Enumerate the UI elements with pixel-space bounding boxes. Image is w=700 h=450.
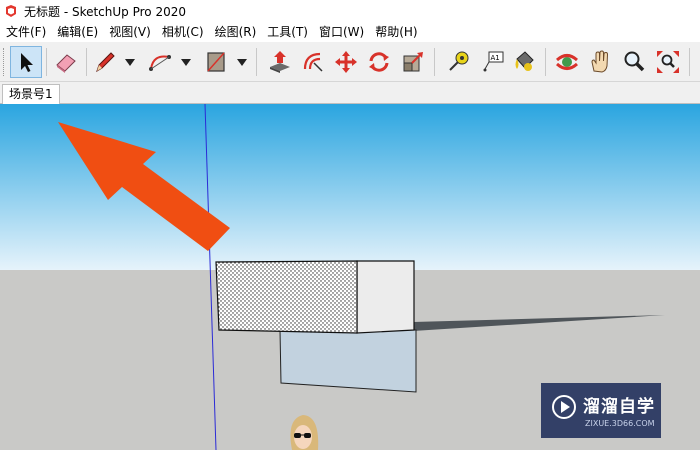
tape-measure-icon [449, 51, 469, 71]
arc-icon [149, 55, 171, 71]
toolbar: A1 [0, 42, 700, 82]
toolbar-separator [46, 48, 47, 76]
menu-file[interactable]: 文件(F) [0, 22, 51, 42]
scene-tab-bar: 场景号1 [0, 82, 700, 104]
toolbar-grip[interactable] [3, 48, 5, 76]
chevron-down-icon [237, 58, 247, 66]
scale-icon [403, 52, 423, 72]
box-side-face [356, 260, 415, 334]
toolbar-separator [689, 48, 690, 76]
toolbar-separator [86, 48, 87, 76]
zoom-icon [624, 51, 645, 72]
chevron-down-icon [181, 58, 191, 66]
paint-bucket-tool-button[interactable] [508, 46, 540, 78]
toolbar-separator [256, 48, 257, 76]
orbit-icon [555, 54, 579, 70]
pan-hand-icon [591, 50, 609, 73]
rectangle-icon [207, 52, 225, 72]
window-title: 无标题 - SketchUp Pro 2020 [24, 4, 186, 19]
toolbar-separator [545, 48, 546, 76]
paint-bucket-icon [515, 51, 534, 71]
watermark-url: ZIXUE.3D66.COM [585, 419, 655, 428]
text-tool-button[interactable]: A1 [476, 46, 508, 78]
menu-window[interactable]: 窗口(W) [313, 22, 369, 42]
toolbar-separator [434, 48, 435, 76]
box-front-face [215, 260, 358, 334]
move-tool-button[interactable] [330, 46, 362, 78]
arc-tool-dropdown[interactable] [180, 57, 192, 67]
push-pull-icon [270, 51, 290, 73]
arc-tool-button[interactable] [144, 46, 176, 78]
pencil-icon [96, 52, 115, 73]
rotate-icon [369, 52, 389, 72]
scale-tool-button[interactable] [397, 46, 429, 78]
select-tool-button[interactable] [10, 46, 42, 78]
scene-tab[interactable]: 场景号1 [2, 84, 60, 104]
zoom-extents-tool-button[interactable] [652, 46, 684, 78]
menu-help[interactable]: 帮助(H) [369, 22, 422, 42]
menu-camera[interactable]: 相机(C) [156, 22, 209, 42]
chevron-down-icon [125, 58, 135, 66]
zoom-tool-button[interactable] [618, 46, 650, 78]
rectangle-tool-dropdown[interactable] [236, 57, 248, 67]
menu-bar: 文件(F) 编辑(E) 视图(V) 相机(C) 绘图(R) 工具(T) 窗口(W… [0, 22, 700, 42]
rectangle-tool-button[interactable] [200, 46, 232, 78]
text-label-icon: A1 [483, 51, 504, 72]
box-reflection [279, 329, 417, 393]
line-tool-dropdown[interactable] [124, 57, 136, 67]
offset-tool-button[interactable] [297, 46, 329, 78]
select-arrow-icon [21, 53, 33, 72]
eraser-tool-button[interactable] [50, 46, 82, 78]
watermark-title: 溜溜自学 [583, 397, 655, 417]
offset-icon [303, 52, 323, 72]
rotate-tool-button[interactable] [363, 46, 395, 78]
menu-tools[interactable]: 工具(T) [261, 22, 313, 42]
text-tool-label: A1 [491, 54, 500, 62]
sketchup-logo-icon [6, 5, 16, 17]
move-icon [335, 51, 357, 73]
menu-view[interactable]: 视图(V) [103, 22, 156, 42]
pan-tool-button[interactable] [584, 46, 616, 78]
watermark: 溜溜自学 ZIXUE.3D66.COM [541, 383, 661, 438]
play-logo-icon [552, 395, 576, 419]
zoom-extents-icon [657, 51, 679, 73]
tape-measure-tool-button[interactable] [442, 46, 474, 78]
line-tool-button[interactable] [89, 46, 121, 78]
push-pull-tool-button[interactable] [264, 46, 296, 78]
eraser-icon [56, 54, 76, 73]
title-bar: 无标题 - SketchUp Pro 2020 [0, 0, 700, 22]
menu-draw[interactable]: 绘图(R) [209, 22, 262, 42]
menu-edit[interactable]: 编辑(E) [51, 22, 103, 42]
orbit-tool-button[interactable] [551, 46, 583, 78]
